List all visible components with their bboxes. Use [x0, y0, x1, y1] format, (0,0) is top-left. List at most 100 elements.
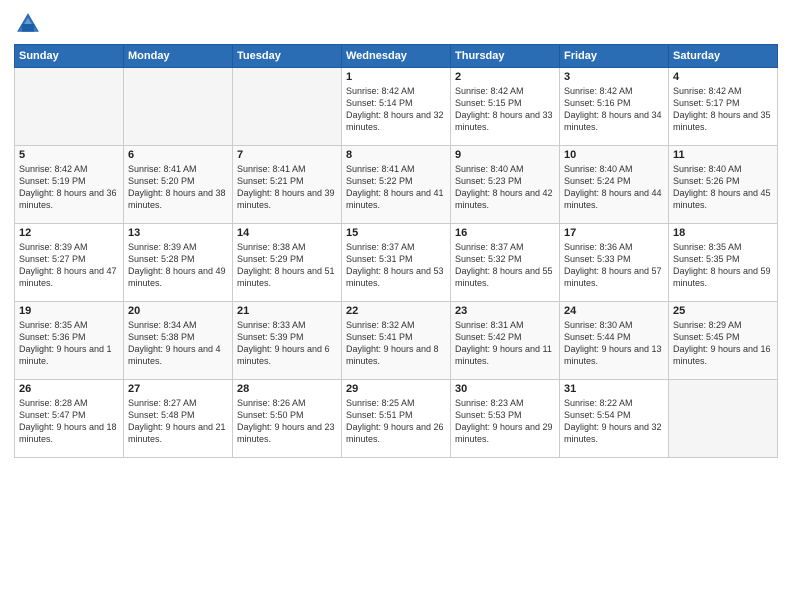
logo: [14, 10, 46, 38]
weekday-header-cell: Monday: [124, 45, 233, 68]
weekday-header-cell: Wednesday: [342, 45, 451, 68]
calendar-body: 1 Sunrise: 8:42 AMSunset: 5:14 PMDaylight…: [15, 68, 778, 458]
calendar-cell: 13 Sunrise: 8:39 AMSunset: 5:28 PMDayligh…: [124, 224, 233, 302]
weekday-header-row: SundayMondayTuesdayWednesdayThursdayFrid…: [15, 45, 778, 68]
day-number: 15: [346, 227, 446, 239]
day-number: 12: [19, 227, 119, 239]
calendar-cell: 5 Sunrise: 8:42 AMSunset: 5:19 PMDaylight…: [15, 146, 124, 224]
day-number: 19: [19, 305, 119, 317]
cell-content: Sunrise: 8:42 AMSunset: 5:15 PMDaylight:…: [455, 85, 555, 134]
cell-content: Sunrise: 8:40 AMSunset: 5:26 PMDaylight:…: [673, 163, 773, 212]
day-number: 1: [346, 71, 446, 83]
header: [14, 10, 778, 38]
weekday-header-cell: Friday: [560, 45, 669, 68]
calendar-cell: 9 Sunrise: 8:40 AMSunset: 5:23 PMDaylight…: [451, 146, 560, 224]
cell-content: Sunrise: 8:42 AMSunset: 5:19 PMDaylight:…: [19, 163, 119, 212]
cell-content: Sunrise: 8:41 AMSunset: 5:21 PMDaylight:…: [237, 163, 337, 212]
day-number: 26: [19, 383, 119, 395]
calendar-cell: 12Sunrise: 8:39 AMSunset: 5:27 PMDayligh…: [15, 224, 124, 302]
day-number: 16: [455, 227, 555, 239]
cell-content: Sunrise: 8:33 AMSunset: 5:39 PMDaylight:…: [237, 319, 337, 368]
calendar-cell: 21 Sunrise: 8:33 AMSunset: 5:39 PMDayligh…: [233, 302, 342, 380]
calendar-cell: 4 Sunrise: 8:42 AMSunset: 5:17 PMDaylight…: [669, 68, 778, 146]
day-number: 11: [673, 149, 773, 161]
cell-content: Sunrise: 8:37 AMSunset: 5:31 PMDaylight:…: [346, 241, 446, 290]
calendar-cell: 10 Sunrise: 8:40 AMSunset: 5:24 PMDayligh…: [560, 146, 669, 224]
cell-content: Sunrise: 8:26 AMSunset: 5:50 PMDaylight:…: [237, 397, 337, 446]
weekday-header-cell: Thursday: [451, 45, 560, 68]
cell-content: Sunrise: 8:40 AMSunset: 5:24 PMDaylight:…: [564, 163, 664, 212]
logo-icon: [14, 10, 42, 38]
calendar-cell: [124, 68, 233, 146]
day-number: 3: [564, 71, 664, 83]
day-number: 5: [19, 149, 119, 161]
calendar-cell: 30Sunrise: 8:23 AMSunset: 5:53 PMDayligh…: [451, 380, 560, 458]
calendar-cell: 17 Sunrise: 8:36 AMSunset: 5:33 PMDayligh…: [560, 224, 669, 302]
day-number: 23: [455, 305, 555, 317]
cell-content: Sunrise: 8:30 AMSunset: 5:44 PMDaylight:…: [564, 319, 664, 368]
cell-content: Sunrise: 8:42 AMSunset: 5:17 PMDaylight:…: [673, 85, 773, 134]
day-number: 28: [237, 383, 337, 395]
cell-content: Sunrise: 8:42 AMSunset: 5:14 PMDaylight:…: [346, 85, 446, 134]
cell-content: Sunrise: 8:41 AMSunset: 5:22 PMDaylight:…: [346, 163, 446, 212]
calendar-cell: 22 Sunrise: 8:32 AMSunset: 5:41 PMDayligh…: [342, 302, 451, 380]
calendar-cell: 25Sunrise: 8:29 AMSunset: 5:45 PMDayligh…: [669, 302, 778, 380]
calendar-cell: 19 Sunrise: 8:35 AMSunset: 5:36 PMDayligh…: [15, 302, 124, 380]
calendar-cell: 14 Sunrise: 8:38 AMSunset: 5:29 PMDayligh…: [233, 224, 342, 302]
day-number: 4: [673, 71, 773, 83]
cell-content: Sunrise: 8:28 AMSunset: 5:47 PMDaylight:…: [19, 397, 119, 446]
day-number: 20: [128, 305, 228, 317]
cell-content: Sunrise: 8:29 AMSunset: 5:45 PMDaylight:…: [673, 319, 773, 368]
calendar-cell: 31Sunrise: 8:22 AMSunset: 5:54 PMDayligh…: [560, 380, 669, 458]
calendar-cell: 2 Sunrise: 8:42 AMSunset: 5:15 PMDaylight…: [451, 68, 560, 146]
day-number: 9: [455, 149, 555, 161]
day-number: 13: [128, 227, 228, 239]
calendar-week-row: 12Sunrise: 8:39 AMSunset: 5:27 PMDayligh…: [15, 224, 778, 302]
page: SundayMondayTuesdayWednesdayThursdayFrid…: [0, 0, 792, 612]
calendar-cell: 26 Sunrise: 8:28 AMSunset: 5:47 PMDayligh…: [15, 380, 124, 458]
day-number: 21: [237, 305, 337, 317]
cell-content: Sunrise: 8:39 AMSunset: 5:28 PMDaylight:…: [128, 241, 228, 290]
calendar-cell: 16Sunrise: 8:37 AMSunset: 5:32 PMDayligh…: [451, 224, 560, 302]
cell-content: Sunrise: 8:31 AMSunset: 5:42 PMDaylight:…: [455, 319, 555, 368]
day-number: 27: [128, 383, 228, 395]
day-number: 14: [237, 227, 337, 239]
calendar-cell: 18Sunrise: 8:35 AMSunset: 5:35 PMDayligh…: [669, 224, 778, 302]
calendar-week-row: 19 Sunrise: 8:35 AMSunset: 5:36 PMDayligh…: [15, 302, 778, 380]
calendar-cell: 3 Sunrise: 8:42 AMSunset: 5:16 PMDaylight…: [560, 68, 669, 146]
cell-content: Sunrise: 8:35 AMSunset: 5:35 PMDaylight:…: [673, 241, 773, 290]
day-number: 10: [564, 149, 664, 161]
weekday-header-cell: Saturday: [669, 45, 778, 68]
calendar-cell: 1 Sunrise: 8:42 AMSunset: 5:14 PMDaylight…: [342, 68, 451, 146]
calendar-table: SundayMondayTuesdayWednesdayThursdayFrid…: [14, 44, 778, 458]
cell-content: Sunrise: 8:22 AMSunset: 5:54 PMDaylight:…: [564, 397, 664, 446]
cell-content: Sunrise: 8:36 AMSunset: 5:33 PMDaylight:…: [564, 241, 664, 290]
calendar-cell: 20 Sunrise: 8:34 AMSunset: 5:38 PMDayligh…: [124, 302, 233, 380]
calendar-cell: [669, 380, 778, 458]
calendar-cell: 27 Sunrise: 8:27 AMSunset: 5:48 PMDayligh…: [124, 380, 233, 458]
cell-content: Sunrise: 8:40 AMSunset: 5:23 PMDaylight:…: [455, 163, 555, 212]
calendar-week-row: 5 Sunrise: 8:42 AMSunset: 5:19 PMDaylight…: [15, 146, 778, 224]
day-number: 17: [564, 227, 664, 239]
calendar-cell: 15 Sunrise: 8:37 AMSunset: 5:31 PMDayligh…: [342, 224, 451, 302]
calendar-cell: 24 Sunrise: 8:30 AMSunset: 5:44 PMDayligh…: [560, 302, 669, 380]
calendar-cell: [233, 68, 342, 146]
cell-content: Sunrise: 8:38 AMSunset: 5:29 PMDaylight:…: [237, 241, 337, 290]
calendar-cell: 11 Sunrise: 8:40 AMSunset: 5:26 PMDayligh…: [669, 146, 778, 224]
cell-content: Sunrise: 8:32 AMSunset: 5:41 PMDaylight:…: [346, 319, 446, 368]
calendar-week-row: 26 Sunrise: 8:28 AMSunset: 5:47 PMDayligh…: [15, 380, 778, 458]
cell-content: Sunrise: 8:27 AMSunset: 5:48 PMDaylight:…: [128, 397, 228, 446]
day-number: 29: [346, 383, 446, 395]
day-number: 22: [346, 305, 446, 317]
day-number: 8: [346, 149, 446, 161]
calendar-cell: 23 Sunrise: 8:31 AMSunset: 5:42 PMDayligh…: [451, 302, 560, 380]
calendar-cell: 28 Sunrise: 8:26 AMSunset: 5:50 PMDayligh…: [233, 380, 342, 458]
cell-content: Sunrise: 8:42 AMSunset: 5:16 PMDaylight:…: [564, 85, 664, 134]
day-number: 7: [237, 149, 337, 161]
day-number: 24: [564, 305, 664, 317]
cell-content: Sunrise: 8:35 AMSunset: 5:36 PMDaylight:…: [19, 319, 119, 368]
day-number: 6: [128, 149, 228, 161]
cell-content: Sunrise: 8:34 AMSunset: 5:38 PMDaylight:…: [128, 319, 228, 368]
cell-content: Sunrise: 8:25 AMSunset: 5:51 PMDaylight:…: [346, 397, 446, 446]
day-number: 2: [455, 71, 555, 83]
